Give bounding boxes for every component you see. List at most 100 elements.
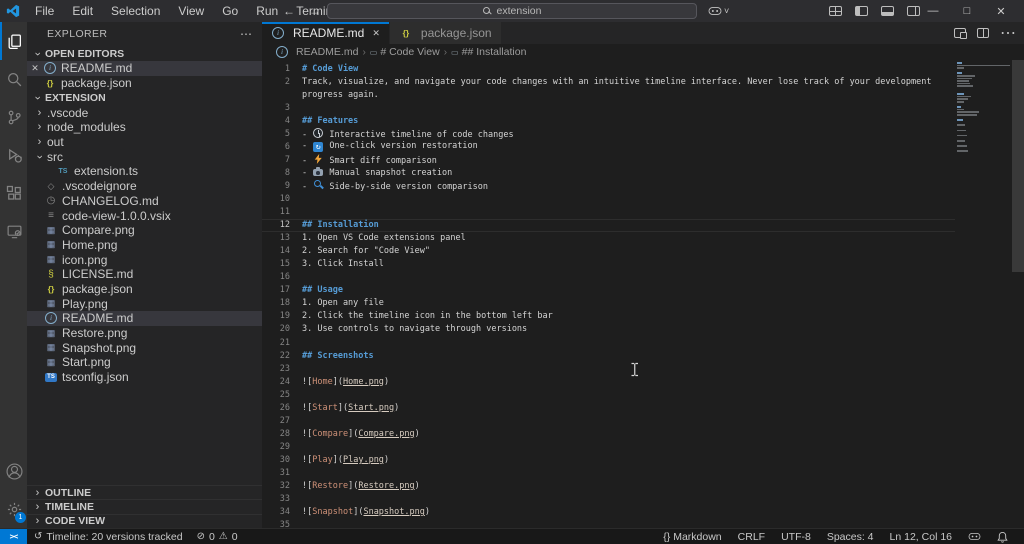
code-line[interactable]: 2 Track, visualize, and navigate your cod… <box>262 75 955 88</box>
tree-item-Compare.png[interactable]: Compare.png <box>27 223 262 238</box>
code-line[interactable]: 32 ![Restore](Restore.png) <box>262 480 955 493</box>
code-line[interactable]: 8- Manual snapshot creation <box>262 166 955 179</box>
menu-view[interactable]: View <box>169 0 213 22</box>
code-line[interactable]: 19 2. Click the timeline icon in the bott… <box>262 310 955 323</box>
code-line[interactable]: 7- Smart diff comparison <box>262 153 955 166</box>
activity-source-control[interactable] <box>0 98 27 136</box>
close-button[interactable]: ✕ <box>984 5 1018 18</box>
activity-remote-monitor[interactable] <box>0 212 27 250</box>
notifications-button[interactable] <box>989 529 1016 544</box>
code-line[interactable]: 4 ## Features <box>262 114 955 127</box>
nav-forward-button[interactable]: → <box>309 4 321 18</box>
command-center-search[interactable]: extension <box>327 3 697 19</box>
split-editor-icon[interactable] <box>977 28 989 38</box>
workspace-header[interactable]: › EXTENSION <box>27 90 262 105</box>
open-preview-icon[interactable] <box>954 28 967 39</box>
code-line[interactable]: 17 ## Usage <box>262 284 955 297</box>
tree-item-src[interactable]: › src <box>27 149 262 164</box>
account-button[interactable] <box>0 452 27 490</box>
tree-item-Snapshot.png[interactable]: Snapshot.png <box>27 340 262 355</box>
code-line[interactable]: 15 3. Click Install <box>262 258 955 271</box>
tree-item-Restore.png[interactable]: Restore.png <box>27 326 262 341</box>
status-utf-8[interactable]: UTF-8 <box>773 529 819 544</box>
tree-item-.vscodeignore[interactable]: .vscodeignore <box>27 179 262 194</box>
tree-item-out[interactable]: › out <box>27 135 262 150</box>
tree-item-node_modules[interactable]: › node_modules <box>27 120 262 135</box>
menu-go[interactable]: Go <box>213 0 247 22</box>
customize-layout-icon[interactable] <box>829 6 842 16</box>
code-line[interactable]: 11 <box>262 206 955 219</box>
tree-item-Start.png[interactable]: Start.png <box>27 355 262 370</box>
breadcrumb-## Installation[interactable]: ## Installation <box>451 46 527 58</box>
tree-item-.vscode[interactable]: › .vscode <box>27 105 262 120</box>
open-editors-header[interactable]: › OPEN EDITORS <box>27 46 262 61</box>
toggle-sidebar-icon[interactable] <box>855 6 868 16</box>
menu-file[interactable]: File <box>26 0 63 22</box>
activity-run-debug[interactable] <box>0 136 27 174</box>
code-line[interactable]: 22 ## Screenshots <box>262 349 955 362</box>
copilot-button[interactable]: ˅ <box>708 0 729 22</box>
tree-item-tsconfig.json[interactable]: tsconfig.json <box>27 370 262 385</box>
settings-button[interactable]: 1 <box>0 490 27 528</box>
problems-status[interactable]: ⊘ 0 ⚠ 0 <box>190 529 245 544</box>
tree-item-package.json[interactable]: package.json <box>27 282 262 297</box>
code-line[interactable]: 20 3. Use controls to navigate through ve… <box>262 323 955 336</box>
code-line[interactable]: 30 ![Play](Play.png) <box>262 453 955 466</box>
tab-README.md[interactable]: README.md✕ <box>262 22 390 44</box>
minimize-button[interactable]: — <box>916 5 950 17</box>
tree-item-README.md[interactable]: README.md <box>27 311 262 326</box>
tree-item-Home.png[interactable]: Home.png <box>27 238 262 253</box>
activity-explorer[interactable] <box>0 22 27 60</box>
code-line[interactable]: 13 1. Open VS Code extensions panel <box>262 232 955 245</box>
section-code-view[interactable]: › CODE VIEW <box>27 513 262 528</box>
status-ln-12-col-16[interactable]: Ln 12, Col 16 <box>882 529 960 544</box>
restore-button[interactable]: □ <box>950 5 984 17</box>
breadcrumb-README.md[interactable]: README.md <box>275 46 358 59</box>
activity-extensions[interactable] <box>0 174 27 212</box>
code-line[interactable]: 14 2. Search for "Code View" <box>262 245 955 258</box>
tree-item-icon.png[interactable]: icon.png <box>27 252 262 267</box>
tree-item-LICENSE.md[interactable]: LICENSE.md <box>27 267 262 282</box>
menu-run[interactable]: Run <box>247 0 287 22</box>
close-icon[interactable]: ✕ <box>372 28 380 39</box>
code-line[interactable]: 16 <box>262 271 955 284</box>
code-line[interactable]: 33 <box>262 493 955 506</box>
open-editor-README.md[interactable]: ✕README.md <box>27 61 262 76</box>
menu-selection[interactable]: Selection <box>102 0 169 22</box>
status--markdown[interactable]: {} Markdown <box>655 529 729 544</box>
tree-item-code-view-1.0.0.vsix[interactable]: code-view-1.0.0.vsix <box>27 208 262 223</box>
code-line[interactable]: 26 ![Start](Start.png) <box>262 401 955 414</box>
activity-search[interactable] <box>0 60 27 98</box>
open-editor-package.json[interactable]: package.json <box>27 76 262 91</box>
nav-back-button[interactable]: ← <box>283 4 295 18</box>
code-line[interactable]: 31 <box>262 466 955 479</box>
code-line[interactable]: 9- Side-by-side version comparison <box>262 179 955 192</box>
code-line[interactable]: 34 ![Snapshot](Snapshot.png) <box>262 506 955 519</box>
code-line[interactable]: 29 <box>262 440 955 453</box>
timeline-status[interactable]: ↺ Timeline: 20 versions tracked <box>27 529 190 544</box>
tree-item-CHANGELOG.md[interactable]: CHANGELOG.md <box>27 194 262 209</box>
code-line[interactable]: 23 <box>262 362 955 375</box>
section-timeline[interactable]: › TIMELINE <box>27 499 262 513</box>
tab-package.json[interactable]: package.json <box>389 22 502 44</box>
code-line[interactable]: 28 ![Compare](Compare.png) <box>262 427 955 440</box>
code-line[interactable]: 5- Interactive timeline of code changes <box>262 127 955 140</box>
code-line[interactable]: 35 <box>262 519 955 528</box>
code-line[interactable]: 27 <box>262 414 955 427</box>
breadcrumb-# Code View[interactable]: # Code View <box>370 46 439 58</box>
code-line[interactable]: 25 <box>262 388 955 401</box>
code-line[interactable]: 10 <box>262 192 955 205</box>
code-editor[interactable]: 1 # Code View 2 Track, visualize, and navig… <box>262 60 1024 528</box>
code-line[interactable]: 12 ## Installation <box>262 219 955 232</box>
code-line[interactable]: 1 # Code View <box>262 62 955 75</box>
close-icon[interactable]: ✕ <box>27 63 43 74</box>
code-line[interactable]: 3 <box>262 101 955 114</box>
toggle-panel-icon[interactable] <box>881 6 894 16</box>
tree-item-Play.png[interactable]: Play.png <box>27 296 262 311</box>
code-line[interactable]: progress again. <box>262 88 955 101</box>
remote-indicator[interactable]: >< <box>0 529 27 544</box>
code-line[interactable]: 24 ![Home](Home.png) <box>262 375 955 388</box>
explorer-more-actions[interactable]: ⋯ <box>240 27 252 41</box>
code-line[interactable]: 6- One-click version restoration <box>262 140 955 153</box>
editor-more-actions[interactable]: ⋯ <box>1000 23 1016 43</box>
